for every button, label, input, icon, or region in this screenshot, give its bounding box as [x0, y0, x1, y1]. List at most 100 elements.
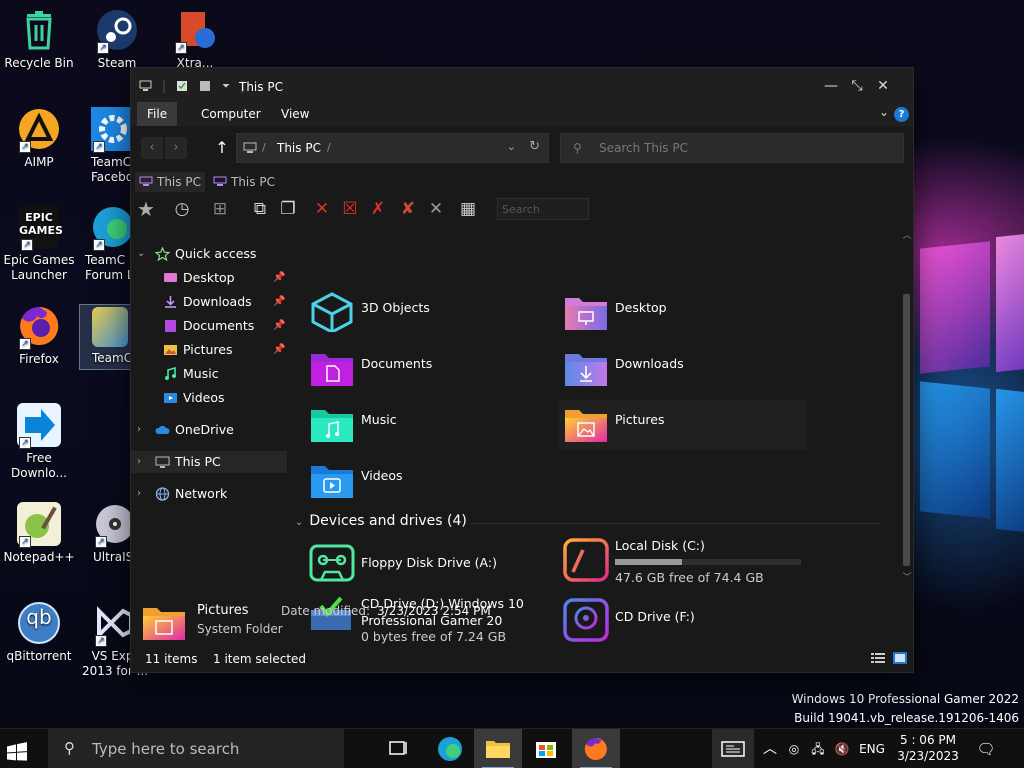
- pin-icon[interactable]: 📌: [273, 315, 285, 337]
- windows-flag-icon[interactable]: ⊞: [209, 198, 231, 220]
- sidebar-item-videos[interactable]: Videos: [131, 387, 291, 409]
- ribbon-tab-computer[interactable]: Computer: [191, 102, 271, 126]
- details-item-name: Pictures: [197, 603, 249, 618]
- scrollbar-thumb[interactable]: [903, 294, 910, 566]
- refresh-icon[interactable]: ↻: [529, 139, 540, 154]
- sidebar-item-pictures[interactable]: Pictures 📌: [131, 339, 291, 361]
- task-view-button[interactable]: [374, 729, 422, 768]
- desktop-icon-xtra[interactable]: ↗ Xtra...: [157, 8, 233, 71]
- notification-icon[interactable]: 🗨: [974, 729, 998, 768]
- help-icon[interactable]: ?: [894, 107, 909, 122]
- pin-icon[interactable]: 📌: [273, 291, 285, 313]
- folder-3d-objects[interactable]: 3D Objects: [309, 288, 519, 338]
- taskbar-search-input[interactable]: [92, 738, 332, 760]
- desktop-icon-aimp[interactable]: ↗ AIMP: [1, 107, 77, 170]
- delete-file-icon[interactable]: ☒: [339, 198, 361, 220]
- title-bar[interactable]: | ⏷ | This PC — ⤡ ✕: [131, 68, 913, 102]
- desktop-icon-label: Free Downlo...: [11, 451, 67, 480]
- file-explorer-window: | ⏷ | This PC — ⤡ ✕ File Computer View ⌄…: [130, 67, 914, 673]
- folder-music[interactable]: Music: [309, 400, 519, 450]
- view-options-icon[interactable]: ▦: [457, 198, 479, 220]
- news-widget-button[interactable]: [712, 729, 754, 768]
- delete-permanently-icon[interactable]: ✗: [367, 198, 389, 220]
- show-hidden-icons-button[interactable]: ︿: [762, 729, 778, 768]
- nav-network[interactable]: › Network: [131, 483, 291, 505]
- sidebar-item-desktop[interactable]: Desktop 📌: [131, 267, 291, 289]
- taskbar-search[interactable]: ⚲: [48, 729, 344, 768]
- desktop-icon-steam[interactable]: ↗ Steam: [79, 8, 155, 71]
- history-clock-icon[interactable]: ◷: [171, 198, 193, 220]
- clock-date: 3/23/2023: [897, 749, 959, 763]
- minimize-button[interactable]: —: [821, 78, 841, 94]
- language-indicator[interactable]: ENG: [856, 729, 888, 768]
- desktop-icon-epic-games[interactable]: EPIC GAMES ↗ Epic Games Launcher: [1, 205, 77, 283]
- customize-toolbar-icon[interactable]: ⏷: [222, 81, 230, 92]
- toolbar-search[interactable]: [497, 198, 589, 220]
- section-header-devices[interactable]: ⌄ Devices and drives (4): [295, 513, 467, 529]
- sidebar-item-documents[interactable]: Documents 📌: [131, 315, 291, 337]
- folder-downloads[interactable]: Downloads: [563, 344, 773, 394]
- system-clock[interactable]: 5 : 06 PM 3/23/2023: [892, 732, 964, 764]
- breadcrumb-this-pc[interactable]: This PC: [277, 141, 321, 155]
- back-button[interactable]: ‹: [141, 137, 163, 159]
- desktop-icon-firefox[interactable]: ↗ Firefox: [1, 304, 77, 367]
- undo-delete-icon[interactable]: ✘: [397, 198, 419, 220]
- desktop-icon-free-download[interactable]: ↗ Free Downlo...: [1, 403, 77, 481]
- drive-floppy-a[interactable]: Floppy Disk Drive (A:): [309, 542, 539, 588]
- details-view-icon[interactable]: [871, 652, 885, 664]
- network-icon[interactable]: 🖧: [808, 729, 828, 768]
- toolbar-search-input[interactable]: [498, 199, 584, 219]
- ribbon-tab-file[interactable]: File: [137, 102, 178, 126]
- status-item-count: 11 items: [145, 652, 198, 666]
- search-input[interactable]: [599, 138, 889, 158]
- delete-icon[interactable]: ✕: [311, 198, 333, 220]
- folder-videos[interactable]: Videos: [309, 456, 519, 506]
- cancel-icon[interactable]: ✕: [425, 198, 447, 220]
- taskbar-edge[interactable]: [426, 729, 474, 768]
- sidebar-item-downloads[interactable]: Downloads 📌: [131, 291, 291, 313]
- desktop-icon-notepad-plus-plus[interactable]: ↗ Notepad++: [1, 502, 77, 565]
- properties-icon[interactable]: [176, 80, 189, 92]
- vertical-scrollbar[interactable]: ︿ ﹀: [901, 226, 913, 586]
- search-box[interactable]: ⚲: [560, 133, 904, 163]
- scroll-up-icon[interactable]: ︿: [901, 228, 913, 241]
- picture-icon: [164, 345, 177, 355]
- move-to-icon[interactable]: ❐: [277, 198, 299, 220]
- taskbar-firefox[interactable]: [572, 729, 620, 768]
- chevron-down-icon[interactable]: ⌄: [507, 140, 516, 153]
- taskbar-file-explorer[interactable]: [474, 729, 522, 768]
- webcam-icon[interactable]: ◎: [786, 729, 802, 768]
- maximize-button[interactable]: ⤡: [847, 78, 867, 94]
- pin-icon[interactable]: 📌: [273, 339, 285, 361]
- nav-onedrive[interactable]: › OneDrive: [131, 419, 291, 441]
- new-folder-icon[interactable]: [199, 80, 212, 92]
- pin-icon[interactable]: 📌: [273, 267, 285, 289]
- volume-muted-icon[interactable]: 🔇: [832, 729, 852, 768]
- close-button[interactable]: ✕: [873, 78, 893, 94]
- drive-local-disk-c[interactable]: Local Disk (C:) 47.6 GB free of 74.4 GB: [563, 538, 811, 590]
- this-pc-icon: [139, 176, 153, 186]
- tab-this-pc-1[interactable]: This PC: [135, 172, 205, 192]
- folder-pictures[interactable]: Pictures: [559, 400, 807, 450]
- task-view-icon: [389, 741, 407, 755]
- desktop-icon-qbittorrent[interactable]: qb qBittorrent: [1, 601, 77, 664]
- forward-button[interactable]: ›: [165, 137, 187, 159]
- favorites-star-icon[interactable]: ★: [135, 198, 157, 220]
- chevron-down-icon[interactable]: ⌄: [879, 105, 889, 119]
- sidebar-item-music[interactable]: Music: [131, 363, 291, 385]
- taskbar-store[interactable]: [522, 729, 570, 768]
- start-button[interactable]: [0, 729, 48, 768]
- ribbon-tab-view[interactable]: View: [271, 102, 319, 126]
- nav-this-pc[interactable]: › This PC: [131, 451, 287, 473]
- tab-this-pc-2[interactable]: This PC: [209, 172, 279, 192]
- nav-quick-access[interactable]: ⌄ Quick access: [131, 243, 291, 265]
- desktop-icon-teamc[interactable]: TeamC: [79, 304, 132, 370]
- copy-to-icon[interactable]: ⧉: [249, 198, 271, 220]
- scroll-down-icon[interactable]: ﹀: [901, 570, 913, 583]
- large-icons-view-icon[interactable]: [893, 652, 907, 664]
- desktop-icon-recycle-bin[interactable]: Recycle Bin: [1, 8, 77, 71]
- folder-desktop[interactable]: Desktop: [563, 288, 773, 338]
- folder-documents[interactable]: Documents: [309, 344, 519, 394]
- address-bar[interactable]: / This PC / ⌄ ↻: [236, 133, 549, 163]
- up-arrow-icon[interactable]: ↑: [211, 137, 233, 159]
